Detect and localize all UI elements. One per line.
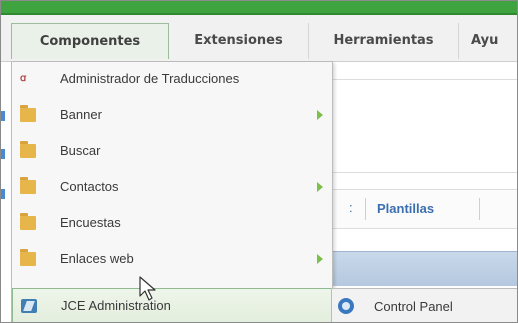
menu-item-label: Administrador de Traducciones bbox=[60, 71, 240, 86]
folder-icon bbox=[20, 141, 36, 158]
submenu-arrow-icon bbox=[317, 254, 323, 264]
tab-plantillas[interactable]: Plantillas bbox=[377, 201, 434, 216]
control-panel-icon bbox=[338, 298, 354, 314]
background-panel bbox=[331, 79, 517, 173]
folder-icon bbox=[20, 213, 36, 230]
menu-componentes[interactable]: Componentes bbox=[11, 23, 169, 59]
screenshot-frame: Componentes Extensiones Herramientas Ayu… bbox=[0, 0, 518, 323]
mouse-cursor-icon bbox=[139, 276, 156, 301]
menu-item-label: Contactos bbox=[60, 179, 119, 194]
left-edge-mark bbox=[1, 149, 5, 159]
folder-icon bbox=[20, 177, 36, 194]
menu-item-banner[interactable]: Banner bbox=[12, 98, 332, 134]
jce-icon bbox=[21, 299, 37, 313]
componentes-dropdown: ꭤ Administrador de Traducciones Banner B… bbox=[11, 61, 333, 322]
tab-separator: : bbox=[349, 200, 353, 215]
menu-item-label: Buscar bbox=[60, 143, 101, 158]
menu-item-label: Enlaces web bbox=[60, 251, 134, 266]
background-tabs: : Plantillas bbox=[331, 189, 517, 229]
menu-item-label: Banner bbox=[60, 107, 102, 122]
folder-icon bbox=[20, 105, 36, 122]
menu-item-buscar[interactable]: Buscar bbox=[12, 134, 332, 170]
jce-submenu: Control Panel bbox=[331, 288, 517, 322]
submenu-arrow-icon bbox=[317, 110, 323, 120]
folder-icon bbox=[20, 249, 36, 266]
admin-menubar: Componentes Extensiones Herramientas Ayu bbox=[1, 15, 517, 62]
menu-item-encuestas[interactable]: Encuestas bbox=[12, 206, 332, 242]
menu-ayuda[interactable]: Ayu bbox=[459, 23, 517, 59]
menu-extensiones[interactable]: Extensiones bbox=[169, 23, 309, 59]
left-edge-mark bbox=[1, 189, 5, 199]
tab-divider bbox=[479, 198, 480, 220]
menu-item-enlaces-web[interactable]: Enlaces web bbox=[12, 242, 332, 278]
left-edge-mark bbox=[1, 111, 5, 121]
tab-divider bbox=[365, 198, 366, 220]
submenu-arrow-icon bbox=[317, 182, 323, 192]
menu-item-contactos[interactable]: Contactos bbox=[12, 170, 332, 206]
menu-item-jce-administration[interactable]: JCE Administration bbox=[12, 288, 332, 322]
menu-item-administrador-traducciones[interactable]: ꭤ Administrador de Traducciones bbox=[12, 62, 332, 98]
menu-herramientas[interactable]: Herramientas bbox=[309, 23, 459, 59]
background-blue-bar bbox=[331, 251, 517, 286]
menu-item-label: Encuestas bbox=[60, 215, 121, 230]
submenu-item-control-panel[interactable]: Control Panel bbox=[374, 299, 453, 314]
header-bar bbox=[1, 1, 517, 15]
translation-icon: ꭤ bbox=[20, 73, 27, 84]
